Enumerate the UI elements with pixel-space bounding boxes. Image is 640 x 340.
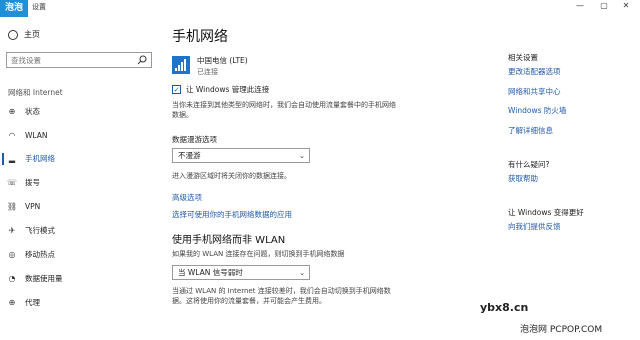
watermark-site: ybx8.cn [480, 301, 529, 314]
chevron-down-icon: ⌄ [299, 152, 305, 160]
data-usage-icon: ◔ [8, 274, 16, 283]
manage-connection-checkbox[interactable]: ✓ [172, 85, 181, 94]
choose-apps-link[interactable]: 选择可使用你的手机网络数据的应用 [172, 209, 292, 220]
feedback-link[interactable]: 向我们提供反馈 [508, 221, 561, 232]
search-icon[interactable] [136, 55, 148, 65]
fallback-dropdown[interactable]: 当 WLAN 信号弱时 ⌄ [172, 265, 310, 280]
cellular-icon: ▂ [8, 154, 16, 163]
chevron-down-icon: ⌄ [299, 269, 305, 277]
sidebar-item-label: 手机网络 [25, 154, 55, 163]
adapter-options-link[interactable]: 更改适配器选项 [508, 66, 561, 77]
page-title: 手机网络 [172, 29, 228, 45]
fallback-description: 如果我的 WLAN 连接存在问题，则切换到手机网络数据 [172, 250, 345, 258]
sidebar-item-label: 状态 [25, 107, 40, 116]
home-link[interactable]: 主页 [24, 29, 40, 40]
sidebar-item-label: VPN [25, 202, 41, 211]
title-bar [0, 0, 640, 17]
manage-connection-label[interactable]: 让 Windows 管理此连接 [186, 84, 269, 95]
sidebar-item-cellular[interactable]: ▂ 手机网络 [0, 152, 155, 166]
fallback-value: 当 WLAN 信号弱时 [178, 268, 243, 277]
window-title: 设置 [32, 3, 46, 11]
sidebar-item-label: 数据使用量 [25, 274, 63, 283]
sidebar-item-airplane[interactable]: ✈ 飞行模式 [0, 224, 155, 238]
advanced-options-link[interactable]: 高级选项 [172, 192, 202, 203]
question-title: 有什么疑问? [508, 160, 550, 169]
home-icon[interactable] [8, 30, 18, 40]
manage-description: 当你未连接到其他类型的网络时，我们会自动使用流量套餐中的手机网络数据。 [172, 101, 396, 119]
sidebar-item-label: 代理 [25, 298, 40, 307]
airplane-icon: ✈ [8, 226, 16, 235]
vpn-icon: ⛓ [6, 202, 18, 211]
proxy-icon: ⊕ [8, 298, 16, 307]
sidebar-item-data-usage[interactable]: ◔ 数据使用量 [0, 272, 155, 286]
sidebar-item-label: 移动热点 [25, 250, 55, 259]
fallback-heading: 使用手机网络而非 WLAN [172, 235, 286, 246]
related-settings-title: 相关设置 [508, 53, 538, 62]
sidebar-item-label: WLAN [25, 131, 48, 140]
roaming-description: 进入漫游区域时将关闭你的数据连接。 [172, 172, 291, 180]
network-sharing-center-link[interactable]: 网络和共享中心 [508, 86, 561, 97]
maximize-button[interactable]: ▢ [594, 1, 614, 10]
sidebar-item-hotspot[interactable]: ◎ 移动热点 [0, 248, 155, 262]
sidebar-item-status[interactable]: ⊕ 状态 [0, 105, 155, 119]
close-button[interactable]: ✕ [616, 1, 636, 10]
roaming-heading: 数据漫游选项 [172, 135, 217, 144]
get-help-link[interactable]: 获取帮助 [508, 173, 538, 184]
fallback-note: 当通过 WLAN 的 Internet 连接较差时，我们会自动切换到手机网络数据… [172, 287, 391, 305]
hotspot-icon: ◎ [8, 250, 16, 259]
sidebar-item-vpn[interactable]: ⛓ VPN [0, 200, 155, 214]
sidebar-item-proxy[interactable]: ⊕ 代理 [0, 296, 155, 310]
wifi-icon: ◠ [8, 131, 16, 140]
sidebar-item-wlan[interactable]: ◠ WLAN [0, 129, 155, 143]
sidebar-item-label: 飞行模式 [25, 226, 55, 235]
sidebar-item-label: 拨号 [25, 178, 40, 187]
sidebar-category: 网络和 Internet [8, 88, 63, 97]
minimize-button[interactable]: — [570, 1, 590, 10]
sidebar-item-dialup[interactable]: ☏ 拨号 [0, 176, 155, 190]
dialup-icon: ☏ [6, 178, 17, 187]
roaming-dropdown[interactable]: 不漫游 ⌄ [172, 148, 310, 163]
search-box[interactable] [6, 52, 152, 68]
learn-more-link[interactable]: 了解详细信息 [508, 125, 553, 136]
roaming-value: 不漫游 [178, 151, 201, 160]
carrier-status: 已连接 [197, 68, 218, 76]
watermark-footer: 泡泡网 PCPOP.COM [520, 325, 603, 335]
cellular-signal-icon [172, 56, 190, 74]
watermark-logo: 泡泡 [0, 0, 28, 17]
carrier-name[interactable]: 中国电信 (LTE) [197, 55, 248, 66]
status-icon: ⊕ [8, 107, 16, 116]
windows-firewall-link[interactable]: Windows 防火墙 [508, 105, 566, 116]
improve-windows-title: 让 Windows 变得更好 [508, 208, 584, 217]
search-input[interactable] [11, 53, 131, 67]
